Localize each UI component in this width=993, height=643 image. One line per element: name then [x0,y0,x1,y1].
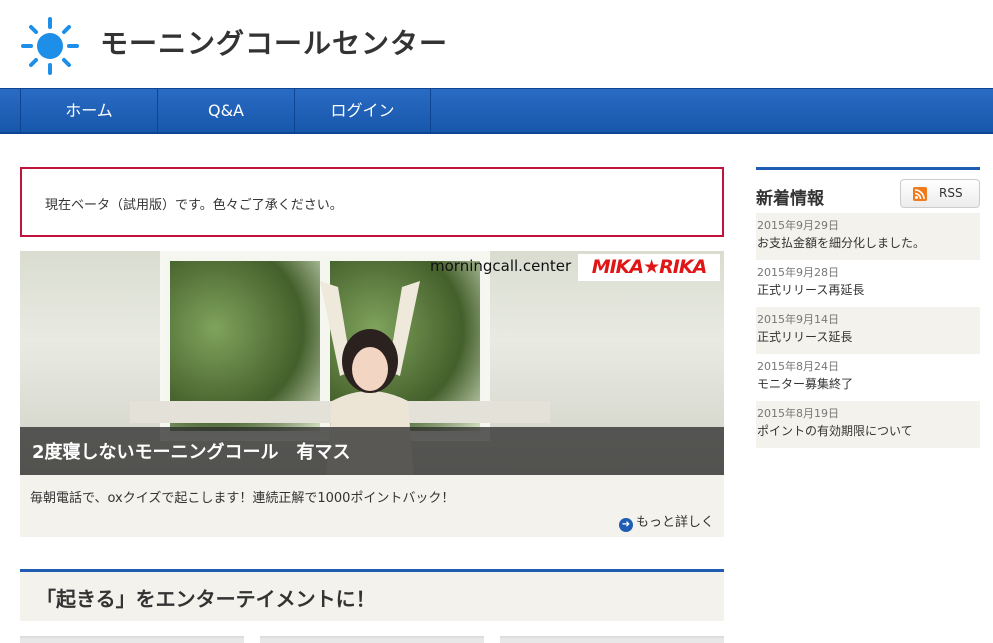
more-details-label: もっと詳しく [635,515,714,530]
main-nav: ホーム Q&A ログイン [0,88,993,134]
feature-thumbnails [20,636,724,643]
news-item-title[interactable]: お支払金額を細分化しました。 [757,233,980,253]
news-item[interactable]: 2015年9月28日 正式リリース再延長 [756,260,980,307]
news-item[interactable]: 2015年8月24日 モニター募集終了 [756,354,980,401]
rss-icon [913,187,927,201]
feature-thumbnail[interactable] [500,636,724,643]
news-date: 2015年8月19日 [757,407,839,420]
feature-thumbnail[interactable] [20,636,244,643]
arrow-right-icon: ➜ [618,518,633,532]
hero-description-box: 毎朝電話で、oxクイズで起こします！連続正解で1000ポイントバック！ ➜ もっと… [20,475,724,537]
site-header: モーニングコールセンター [0,0,993,88]
brand-logo: MIKA★RIKA [578,254,720,281]
news-date: 2015年8月24日 [757,360,839,373]
news-title: 新着情報 [756,189,824,209]
feature-thumbnail[interactable] [260,636,484,643]
nav-item-qa[interactable]: Q&A [157,89,294,133]
rss-label: RSS [939,186,963,200]
news-item[interactable]: 2015年8月19日 ポイントの有効期限について [756,401,980,448]
beta-notice: 現在ベータ（試用版）です。色々ご了承ください。 [20,167,724,237]
news-item-title[interactable]: 正式リリース延長 [757,327,980,347]
site-title[interactable]: モーニングコールセンター [100,22,448,62]
news-header: 新着情報 RSS [756,167,980,213]
news-sidebar: 新着情報 RSS 2015年9月29日 お支払金額を細分化しました。 2015年… [756,167,980,448]
hero-banner[interactable]: morningcall.center MIKA★RIKA 2度寝しないモーニング… [20,251,724,475]
news-item[interactable]: 2015年9月29日 お支払金額を細分化しました。 [756,213,980,260]
sun-icon[interactable] [20,16,80,76]
nav-item-home[interactable]: ホーム [20,89,157,133]
hero-site-text: morningcall.center [430,257,572,275]
news-item[interactable]: 2015年9月14日 正式リリース延長 [756,307,980,354]
news-date: 2015年9月29日 [757,219,839,232]
hero-description: 毎朝電話で、oxクイズで起こします！連続正解で1000ポイントバック！ [30,491,455,506]
news-item-title[interactable]: モニター募集終了 [757,374,980,394]
more-details-link[interactable]: ➜ もっと詳しく [618,511,714,532]
news-item-title[interactable]: ポイントの有効期限について [757,421,980,441]
notice-text: 現在ベータ（試用版）です。色々ご了承ください。 [45,198,343,213]
news-date: 2015年9月14日 [757,313,839,326]
news-date: 2015年9月28日 [757,266,839,279]
nav-item-login[interactable]: ログイン [294,89,431,133]
rss-button[interactable]: RSS [900,179,980,208]
section-heading: 「起きる」をエンターテイメントに！ [20,569,724,621]
news-item-title[interactable]: 正式リリース再延長 [757,280,980,300]
hero-caption[interactable]: 2度寝しないモーニングコール 有マス [20,427,724,475]
